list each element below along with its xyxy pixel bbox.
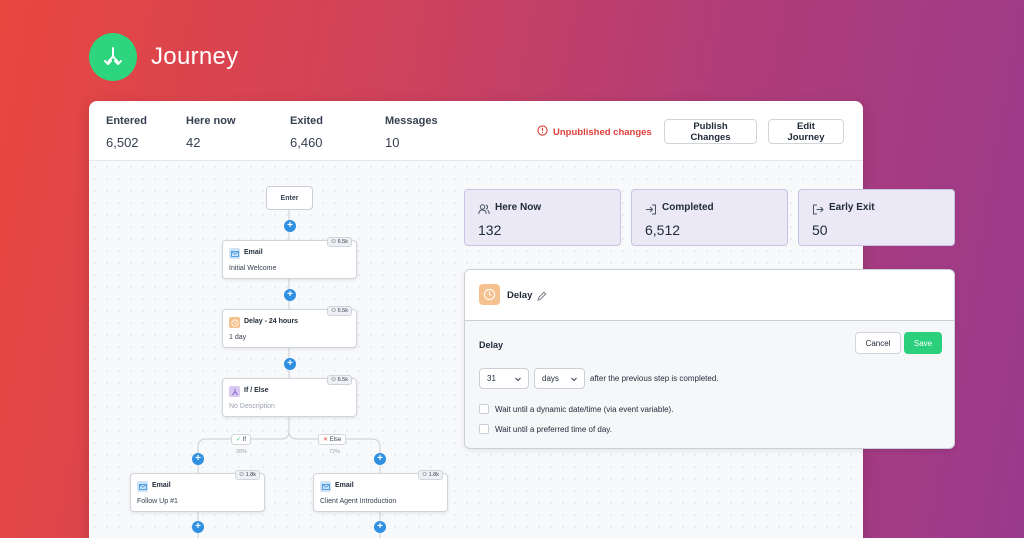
node-title: If / Else — [244, 387, 269, 394]
editor-header: Delay — [465, 270, 954, 321]
delay-unit-value: days — [542, 374, 559, 383]
save-button[interactable]: Save — [904, 332, 942, 354]
brand: Journey — [89, 33, 238, 81]
unpublished-text: Unpublished changes — [553, 126, 652, 138]
flow-node-delay[interactable]: Delay - 24 hours 1 day ⚇ 6.5k — [222, 306, 357, 348]
stat-value: 6,460 — [290, 135, 323, 150]
flow-node-if-else[interactable]: If / Else No Description ⚇ 6.5k — [222, 375, 357, 417]
delay-field-label: Delay — [479, 340, 504, 350]
split-icon — [229, 386, 240, 397]
x-icon: ✕ — [323, 437, 330, 443]
branch-label: Else — [329, 436, 342, 443]
node-subtitle: Follow Up #1 — [137, 498, 178, 505]
flow-node-email-follow-up[interactable]: Email Follow Up #1 ⚇ 1.8k — [130, 470, 265, 512]
check-icon: ✓ — [236, 437, 243, 443]
stat-messages: Messages 10 — [385, 115, 438, 150]
publish-changes-button[interactable]: Publish Changes — [664, 119, 757, 144]
delay-amount-select[interactable]: 31 — [479, 368, 529, 389]
dynamic-date-checkbox[interactable] — [479, 404, 489, 414]
metric-label: Here Now — [495, 202, 542, 213]
editor-title: Delay — [507, 290, 533, 301]
stat-value: 10 — [385, 135, 400, 150]
stat-label: Entered — [106, 115, 147, 127]
branch-else-tag[interactable]: ✕ Else — [318, 434, 347, 445]
chevron-down-icon — [570, 375, 578, 385]
node-title: Delay - 24 hours — [244, 318, 299, 325]
stats-bar: Entered 6,502 Here now 42 Exited 6,460 M… — [89, 101, 863, 161]
pencil-icon[interactable] — [537, 288, 547, 306]
metric-value: 132 — [478, 222, 502, 238]
stat-here-now: Here now 42 — [186, 115, 236, 150]
node-title: Email — [152, 482, 171, 489]
node-subtitle: No Description — [229, 403, 275, 410]
metric-value: 6,512 — [645, 222, 681, 238]
add-step-plus-icon[interactable]: + — [192, 521, 204, 533]
clock-icon — [479, 284, 500, 305]
stat-exited: Exited 6,460 — [290, 115, 323, 150]
metric-completed: Completed 6,512 — [631, 189, 788, 246]
node-count-badge: ⚇ 6.5k — [327, 237, 352, 247]
add-step-plus-icon[interactable]: + — [374, 521, 386, 533]
edit-journey-button[interactable]: Edit Journey — [768, 119, 844, 144]
email-icon — [229, 248, 240, 259]
branch-else-percent: 72% — [329, 449, 341, 455]
node-title: Email — [244, 249, 263, 256]
clock-icon — [229, 317, 240, 328]
preferred-time-checkbox[interactable] — [479, 424, 489, 434]
flow-node-email-client-agent[interactable]: Email Client Agent Introduction ⚇ 1.8k — [313, 470, 448, 512]
metric-label: Completed — [662, 202, 714, 213]
node-subtitle: 1 day — [229, 334, 247, 341]
add-step-plus-icon[interactable]: + — [374, 453, 386, 465]
node-count-badge: ⚇ 6.5k — [327, 375, 352, 385]
enter-node[interactable]: Enter — [266, 186, 313, 210]
delay-unit-select[interactable]: days — [534, 368, 585, 389]
add-step-plus-icon[interactable]: + — [284, 358, 296, 370]
metric-early-exit: Early Exit 50 — [798, 189, 955, 246]
delay-amount-value: 31 — [487, 374, 496, 383]
branch-label: If — [242, 436, 247, 443]
node-count: 1.8k — [245, 472, 256, 478]
journey-branch-icon — [89, 33, 137, 81]
stat-value: 42 — [186, 135, 201, 150]
delay-after-text: after the previous step is completed. — [590, 374, 719, 383]
stat-label: Exited — [290, 115, 324, 127]
node-title: Email — [335, 482, 354, 489]
metric-here-now: Here Now 132 — [464, 189, 621, 246]
stat-value: 6,502 — [106, 135, 139, 150]
add-step-plus-icon[interactable]: + — [284, 220, 296, 232]
unpublished-notice: Unpublished changes — [537, 125, 652, 139]
stat-entered: Entered 6,502 — [106, 115, 147, 150]
stat-label: Messages — [385, 115, 438, 127]
node-subtitle: Client Agent Introduction — [320, 498, 397, 505]
flow-node-email-welcome[interactable]: Email Initial Welcome ⚇ 6.5k — [222, 237, 357, 279]
add-step-plus-icon[interactable]: + — [284, 289, 296, 301]
chevron-down-icon — [514, 375, 522, 385]
users-icon — [478, 202, 490, 220]
branch-if-percent: 28% — [236, 449, 248, 455]
node-count-badge: ⚇ 1.8k — [418, 470, 443, 480]
email-icon — [320, 481, 331, 492]
warning-circle-icon — [537, 125, 548, 139]
node-count: 6.5k — [337, 308, 348, 314]
node-count: 6.5k — [337, 239, 348, 245]
node-count: 1.8k — [428, 472, 439, 478]
page-title: Journey — [151, 43, 239, 70]
email-icon — [137, 481, 148, 492]
dynamic-date-label: Wait until a dynamic date/time (via even… — [495, 405, 674, 414]
metric-label: Early Exit — [829, 202, 875, 213]
add-step-plus-icon[interactable]: + — [192, 453, 204, 465]
preferred-time-label: Wait until a preferred time of day. — [495, 425, 612, 434]
sign-out-icon — [812, 202, 824, 220]
node-subtitle: Initial Welcome — [229, 265, 277, 272]
sign-in-icon — [645, 202, 657, 220]
node-count-badge: ⚇ 1.8k — [235, 470, 260, 480]
node-count: 6.5k — [337, 377, 348, 383]
delay-editor-panel: Delay Delay Cancel Save 31 days after th… — [464, 269, 955, 449]
metric-value: 50 — [812, 222, 828, 238]
stat-label: Here now — [186, 115, 236, 127]
cancel-button[interactable]: Cancel — [855, 332, 901, 354]
branch-if-tag[interactable]: ✓ If — [231, 434, 252, 445]
node-count-badge: ⚇ 6.5k — [327, 306, 352, 316]
